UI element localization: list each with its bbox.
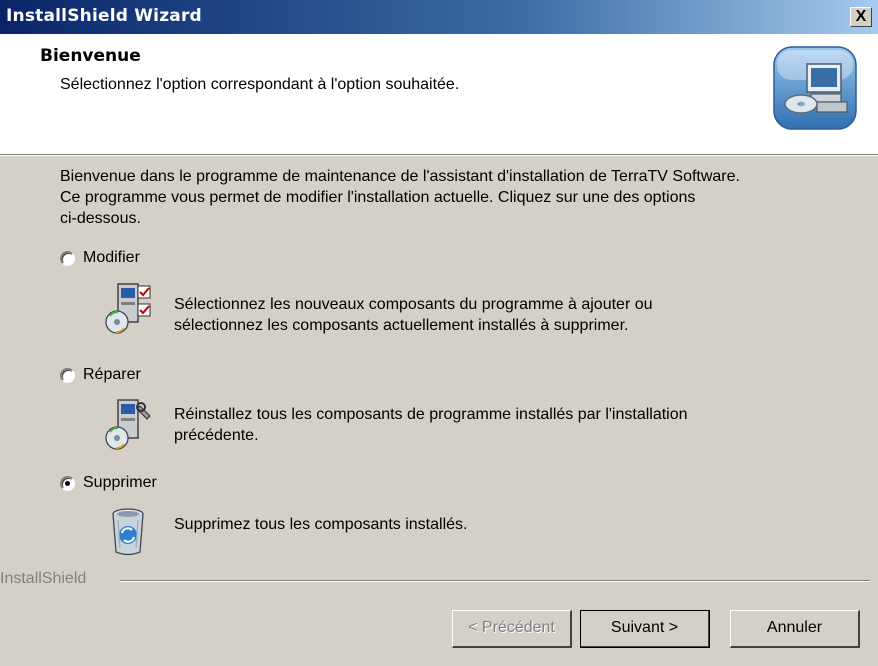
page-title: Bienvenue [40, 46, 141, 66]
modify-components-icon [105, 283, 151, 334]
option-remove[interactable]: Supprimer [60, 474, 157, 492]
recycle-bin-icon [112, 508, 144, 556]
intro-line: ci-dessous. [60, 210, 141, 227]
description-line: Réinstallez tous les composants de progr… [174, 406, 688, 423]
computer-cd-setup-icon [773, 46, 857, 130]
close-icon: X [855, 8, 867, 25]
back-button[interactable]: < Précédent [452, 610, 572, 648]
description-line: Supprimez tous les composants installés. [174, 516, 468, 533]
repair-radio[interactable] [60, 367, 75, 383]
modify-radio[interactable] [60, 250, 75, 266]
page-subtitle: Sélectionnez l'option correspondant à l'… [60, 76, 460, 93]
title-bar[interactable]: InstallShield Wizard X [0, 0, 878, 34]
installshield-brand-label: InstallShield [0, 570, 93, 588]
modify-description: Sélectionnez les nouveaux composants du … [174, 294, 814, 336]
remove-radio[interactable] [60, 475, 75, 491]
intro-text: Bienvenue dans le programme de maintenan… [60, 166, 860, 229]
remove-description: Supprimez tous les composants installés. [174, 514, 814, 535]
wizard-header: Bienvenue Sélectionnez l'option correspo… [0, 34, 878, 154]
remove-label[interactable]: Supprimer [83, 474, 157, 492]
description-line: Sélectionnez les nouveaux composants du … [174, 296, 653, 313]
repair-icon [105, 399, 151, 450]
window-title: InstallShield Wizard [6, 6, 202, 26]
close-button[interactable]: X [850, 7, 872, 27]
intro-line: Bienvenue dans le programme de maintenan… [60, 168, 740, 185]
intro-line: Ce programme vous permet de modifier l'i… [60, 189, 696, 206]
description-line: précédente. [174, 427, 259, 444]
footer-divider [120, 580, 870, 582]
installshield-wizard-window: InstallShield Wizard X Bienvenue Sélecti… [0, 0, 878, 666]
option-modify[interactable]: Modifier [60, 249, 140, 267]
option-repair[interactable]: Réparer [60, 366, 141, 384]
modify-label[interactable]: Modifier [83, 249, 140, 267]
cancel-button[interactable]: Annuler [730, 610, 860, 648]
repair-description: Réinstallez tous les composants de progr… [174, 404, 814, 446]
repair-label[interactable]: Réparer [83, 366, 141, 384]
header-divider [0, 154, 878, 156]
next-button[interactable]: Suivant > [580, 610, 710, 648]
description-line: sélectionnez les composants actuellement… [174, 317, 629, 334]
radio-selected-dot [65, 480, 70, 486]
